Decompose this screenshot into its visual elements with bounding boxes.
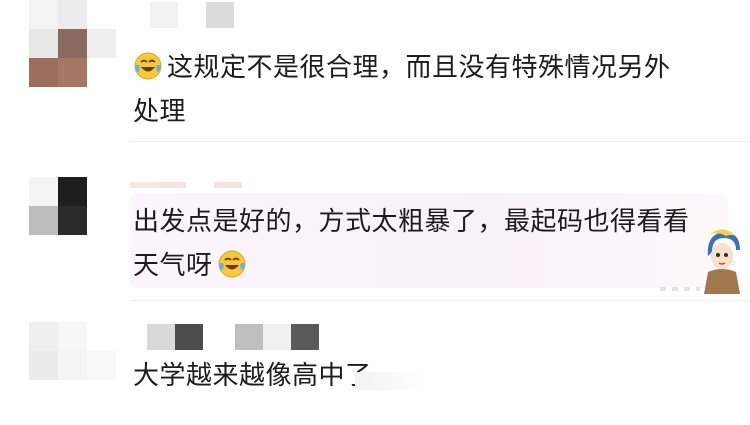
avatar[interactable] [29,322,116,409]
comment-thread: 这规定不是很合理，而且没有特殊情况另外 处理 出发点是好的，方式太粗暴了，最起码… [0,0,750,425]
comment-line-1: 出发点是好的，方式太粗暴了，最起码也得看看 [133,207,690,237]
sticker-dots [660,287,700,291]
girl-with-pearl-earring-sticker [704,229,740,294]
avatar[interactable] [29,177,116,264]
comment-text: 出发点是好的，方式太粗暴了，最起码也得看看 天气呀 [133,200,690,288]
comment-line-1: 这规定不是很合理，而且没有特殊情况另外 [167,53,671,83]
laughing-crying-emoji [218,250,246,278]
comment-text: 这规定不是很合理，而且没有特殊情况另外 处理 [133,46,671,134]
text-mosaic [355,372,425,390]
username-mosaic[interactable] [147,324,319,350]
comment-text: 大学越来越像高中了 [133,354,372,398]
divider [130,300,750,301]
username-mosaic[interactable] [150,2,234,28]
divider [130,141,750,142]
comment-line-2: 处理 [133,97,187,127]
comment-line-1: 大学越来越像高中了 [133,361,372,391]
username-mosaic[interactable] [130,182,242,188]
comment-line-2: 天气呀 [133,251,213,281]
laughing-crying-emoji [134,52,162,80]
avatar[interactable] [29,0,116,87]
